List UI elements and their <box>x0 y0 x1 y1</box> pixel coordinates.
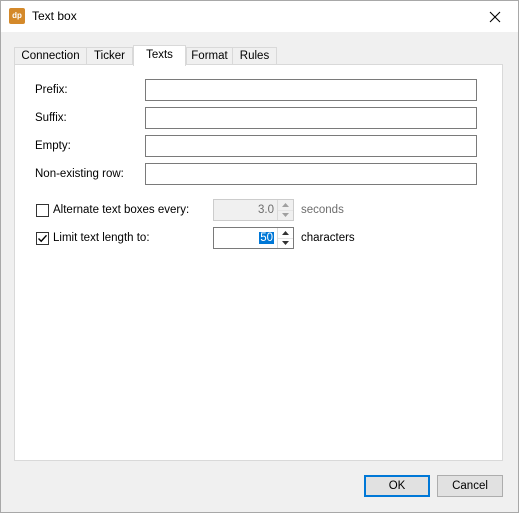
tab-rules[interactable]: Rules <box>232 47 277 65</box>
limit-length-value-field[interactable]: 50 <box>214 228 277 248</box>
tab-texts[interactable]: Texts <box>133 45 186 66</box>
limit-label: Limit text length to: <box>53 232 150 244</box>
close-button[interactable] <box>472 1 518 32</box>
limit-length-value: 50 <box>259 232 274 244</box>
tab-connection[interactable]: Connection <box>14 47 87 65</box>
tab-format[interactable]: Format <box>186 47 233 65</box>
alternate-seconds-spinner[interactable]: 3.0 <box>213 199 294 221</box>
spinner-buttons <box>277 228 293 248</box>
chevron-up-icon <box>282 231 289 235</box>
chevron-down-icon <box>282 241 289 245</box>
suffix-label: Suffix: <box>35 112 67 124</box>
empty-label: Empty: <box>35 140 71 152</box>
cancel-button[interactable]: Cancel <box>437 475 503 497</box>
alternate-down-button[interactable] <box>278 210 293 220</box>
checkmark-icon <box>38 234 48 243</box>
close-icon <box>489 11 501 22</box>
chevron-up-icon <box>282 203 289 207</box>
tab-ticker[interactable]: Ticker <box>86 47 133 65</box>
texts-panel: Prefix: Suffix: Empty: Non-existing row:… <box>14 64 503 461</box>
non-existing-row-label: Non-existing row: <box>35 168 124 180</box>
window-title: Text box <box>32 9 77 23</box>
seconds-label: seconds <box>301 204 344 216</box>
text-box-dialog: dp Text box Connection Ticker Texts Form… <box>0 0 519 513</box>
empty-input[interactable] <box>145 135 477 157</box>
spinner-buttons <box>277 200 293 220</box>
prefix-label: Prefix: <box>35 84 68 96</box>
title-bar: dp Text box <box>1 1 518 32</box>
limit-length-spinner[interactable]: 50 <box>213 227 294 249</box>
chevron-down-icon <box>282 213 289 217</box>
alternate-seconds-value: 3.0 <box>258 204 274 216</box>
characters-label: characters <box>301 232 355 244</box>
alternate-label: Alternate text boxes every: <box>53 204 190 216</box>
suffix-input[interactable] <box>145 107 477 129</box>
limit-down-button[interactable] <box>278 238 293 248</box>
app-icon: dp <box>9 8 25 24</box>
ok-button[interactable]: OK <box>364 475 430 497</box>
alternate-checkbox[interactable] <box>36 204 49 217</box>
limit-checkbox[interactable] <box>36 232 49 245</box>
prefix-input[interactable] <box>145 79 477 101</box>
non-existing-row-input[interactable] <box>145 163 477 185</box>
